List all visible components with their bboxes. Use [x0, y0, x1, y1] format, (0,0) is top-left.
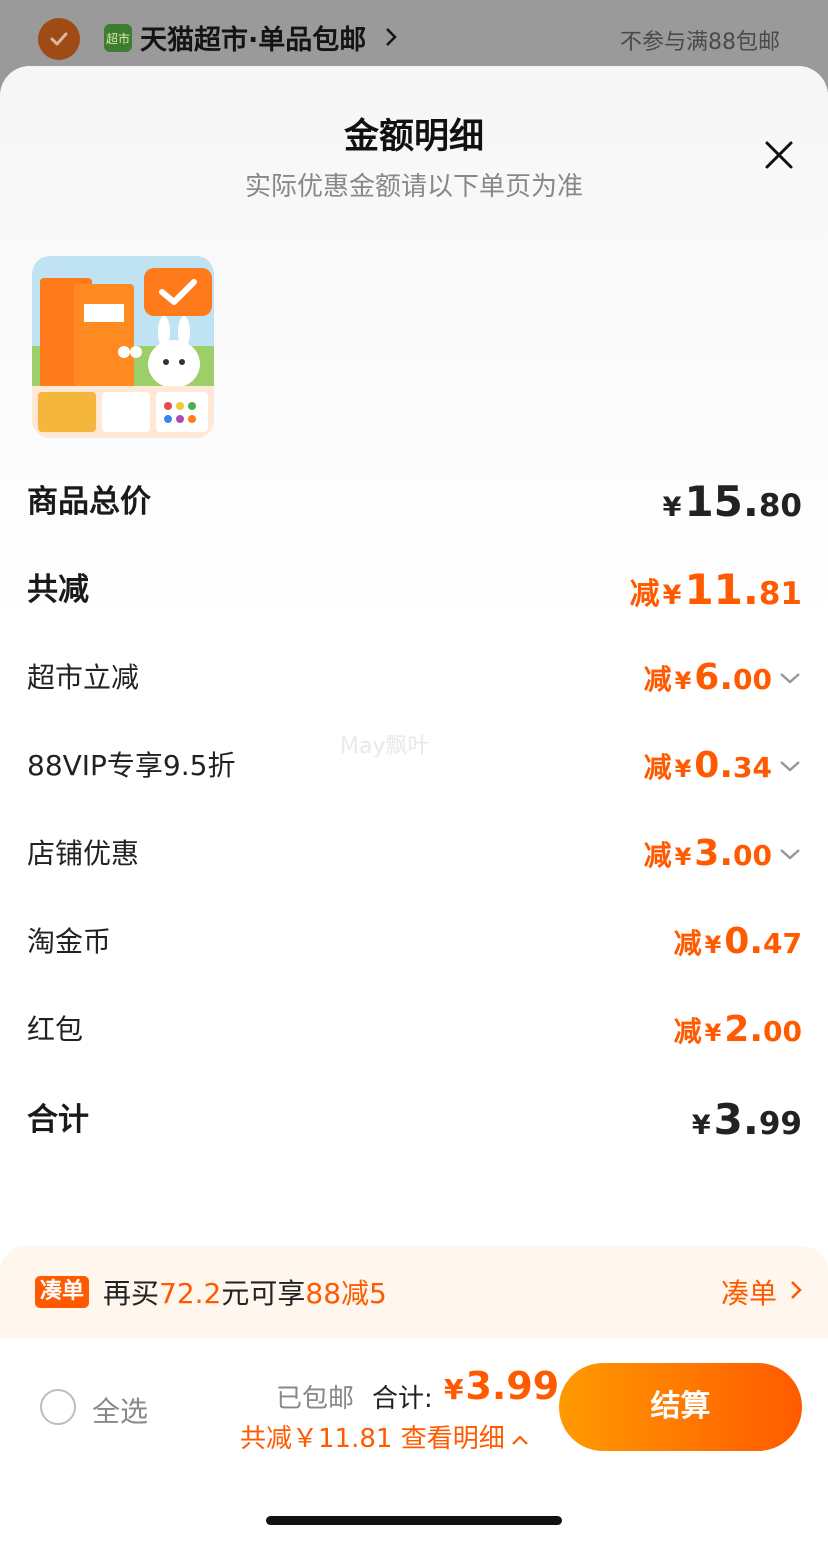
store-discount-value: 减 ¥3.00 [644, 824, 772, 890]
chevron-down-icon[interactable] [778, 670, 802, 686]
store-name[interactable]: 天猫超市·单品包邮 [140, 18, 366, 57]
goods-total-row: 商品总价 ¥15.80 [27, 472, 802, 532]
select-all-label[interactable]: 全选 [92, 1390, 148, 1430]
reduce-prefix: 减 [643, 839, 672, 872]
total-reduction-value: 减 ¥11.81 [630, 560, 802, 629]
check-icon [50, 32, 68, 46]
tao-coins-row: 淘金币 减 ¥0.47 [27, 912, 802, 972]
red-packet-row: 红包 减 ¥2.00 [27, 1000, 802, 1060]
value-decimal: 00 [763, 1015, 802, 1048]
promo-amount: 72.2 [159, 1277, 222, 1310]
vip-discount-label: 88VIP专享9.5折 [27, 749, 236, 782]
store-selected-checkbox[interactable] [38, 18, 80, 60]
currency-symbol: ¥ [674, 667, 692, 695]
value-decimal: 81 [758, 576, 802, 612]
promo-offer: 88减5 [305, 1277, 387, 1310]
value-decimal: 00 [733, 663, 772, 696]
red-packet-label: 红包 [27, 1013, 84, 1046]
value-integer: 6. [694, 657, 734, 698]
reduce-prefix: 减 [673, 1015, 702, 1048]
value-decimal: 00 [733, 839, 772, 872]
add-on-link[interactable]: 凑单 [721, 1272, 777, 1312]
grand-total-row: 合计 ¥3.99 [27, 1090, 802, 1150]
grand-total-label: 合计 [27, 1102, 89, 1138]
value-integer: 3. [713, 1095, 759, 1144]
watermark: May飘叶 [340, 734, 430, 759]
product-thumbnail[interactable] [32, 256, 214, 438]
promo-text: 再买72.2元可享88减5 [103, 1272, 387, 1312]
checkout-button[interactable]: 结算 [559, 1363, 802, 1451]
close-icon[interactable] [760, 136, 798, 174]
currency-symbol: ¥ [674, 755, 692, 783]
reduce-prefix: 减 [629, 577, 660, 612]
total-reduction-row: 共减 减 ¥11.81 [27, 560, 802, 620]
reduce-prefix: 减 [643, 663, 672, 696]
home-indicator [266, 1516, 562, 1525]
value-decimal: 47 [763, 927, 802, 960]
grand-total-value: ¥3.99 [689, 1090, 802, 1159]
value-integer: 3. [694, 833, 734, 874]
value-decimal: 80 [758, 488, 802, 524]
currency-symbol: ¥ [691, 1110, 711, 1141]
value-decimal: 99 [758, 1106, 802, 1142]
supermarket-discount-row[interactable]: 超市立减 减 ¥6.00 [27, 648, 802, 708]
value-integer: 15. [684, 477, 759, 526]
supermarket-discount-label: 超市立减 [27, 661, 140, 694]
promo-text-mid: 元可享 [221, 1277, 306, 1310]
value-integer: 0. [724, 921, 764, 962]
tao-coins-value: 减 ¥0.47 [674, 912, 802, 978]
reduce-prefix: 减 [643, 751, 672, 784]
value-decimal: 34 [733, 751, 772, 784]
add-on-promo-banner[interactable]: 凑单 再买72.2元可享88减5 凑单 [0, 1246, 828, 1338]
currency-symbol: ¥ [674, 843, 692, 871]
value-integer: 11. [684, 565, 759, 614]
savings-text: 共减￥11.81 查看明细 [240, 1424, 505, 1454]
amount-detail-sheet: 金额明细 实际优惠金额请以下单页为准 商品总价 ¥15.80 共减 减 ¥11.… [0, 66, 828, 1542]
store-discount-row[interactable]: 店铺优惠 减 ¥3.00 [27, 824, 802, 884]
goods-total-value: ¥15.80 [660, 472, 802, 541]
select-all-checkbox[interactable] [40, 1389, 76, 1425]
sheet-subtitle: 实际优惠金额请以下单页为准 [244, 172, 583, 202]
total-price: ¥3.99 [444, 1364, 559, 1408]
currency-symbol: ¥ [704, 1019, 722, 1047]
currency-symbol: ¥ [704, 931, 722, 959]
chevron-right-icon [791, 1281, 802, 1299]
tmall-supermarket-logo: 超市 [104, 24, 132, 52]
total-price-value: 3.99 [465, 1364, 560, 1408]
checkout-bar: 全选 已包邮 合计: ¥3.99 共减￥11.81 查看明细 结算 [0, 1338, 828, 1542]
chevron-right-icon [386, 28, 397, 46]
currency-symbol: ¥ [662, 580, 682, 611]
tao-coins-label: 淘金币 [27, 925, 112, 958]
promo-text-pre: 再买 [103, 1277, 160, 1310]
supermarket-discount-value: 减 ¥6.00 [644, 648, 772, 714]
currency-symbol: ¥ [662, 492, 682, 523]
shipping-status: 已包邮 [276, 1384, 355, 1414]
reduce-prefix: 减 [673, 927, 702, 960]
red-packet-value: 减 ¥2.00 [674, 1000, 802, 1066]
vip-discount-value: 减 ¥0.34 [644, 736, 772, 802]
store-discount-label: 店铺优惠 [27, 837, 140, 870]
chevron-down-icon[interactable] [778, 846, 802, 862]
chevron-down-icon[interactable] [778, 758, 802, 774]
value-integer: 2. [724, 1009, 764, 1050]
currency-symbol: ¥ [444, 1373, 464, 1406]
view-details-link[interactable]: 共减￥11.81 查看明细 [240, 1418, 529, 1455]
total-label: 合计: [372, 1384, 433, 1414]
value-integer: 0. [694, 745, 734, 786]
add-on-tag: 凑单 [35, 1276, 89, 1308]
sheet-title: 金额明细 [343, 117, 484, 157]
total-reduction-label: 共减 [27, 572, 89, 608]
chevron-up-icon [511, 1434, 528, 1445]
goods-total-label: 商品总价 [27, 484, 151, 520]
store-shipping-note: 不参与满88包邮 [620, 30, 780, 55]
